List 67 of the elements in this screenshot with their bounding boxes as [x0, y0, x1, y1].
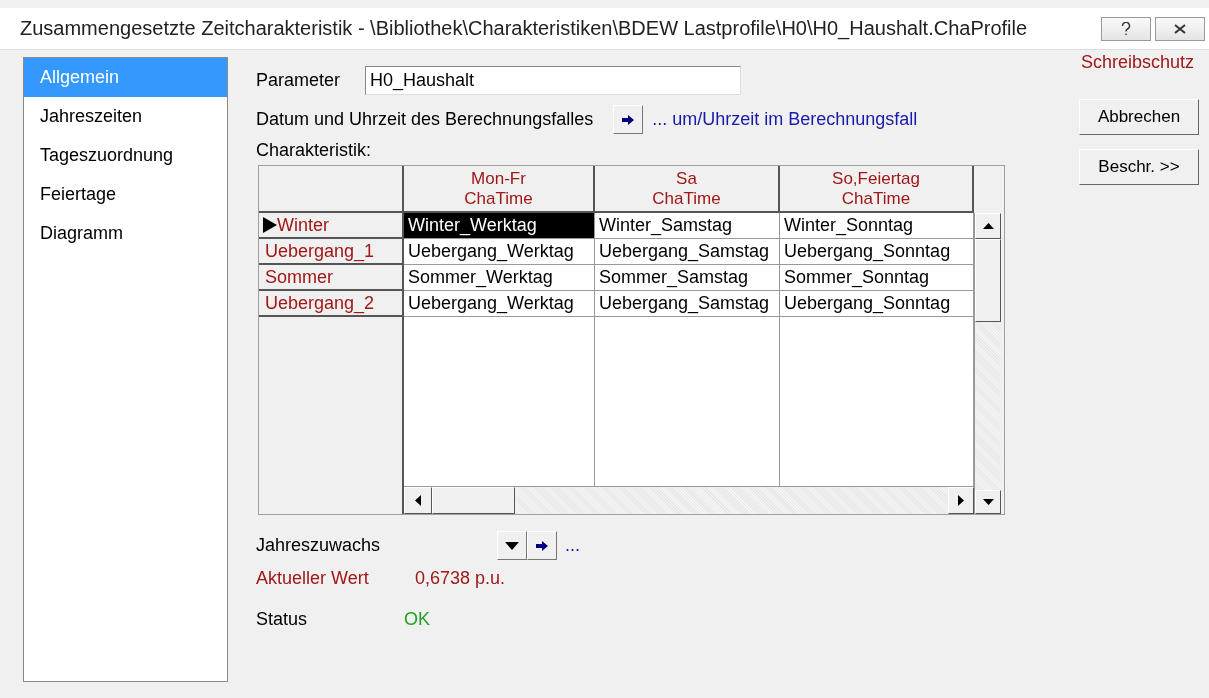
row-header[interactable]: Sommer: [259, 265, 404, 291]
close-button[interactable]: [1155, 16, 1205, 41]
characteristic-label: Charakteristik:: [256, 140, 372, 161]
column-type: ChaTime: [652, 188, 721, 209]
arrow-icon: [536, 540, 548, 551]
column-type: ChaTime: [841, 188, 911, 209]
dialog-button[interactable]: Beschr. >>: [1079, 149, 1199, 185]
table-cell[interactable]: Uebergang_Werktag: [404, 291, 595, 317]
column-name: Mon-Fr: [471, 168, 526, 189]
calculation-date-label: Datum und Uhrzeit des Berechnungsfalles: [256, 109, 594, 130]
table-cell[interactable]: Uebergang_Samstag: [595, 239, 780, 265]
row-header[interactable]: Uebergang_1: [259, 239, 404, 265]
dialog-button[interactable]: Abbrechen: [1079, 99, 1199, 135]
table-cell[interactable]: Uebergang_Werktag: [404, 239, 595, 265]
row-label: Sommer: [265, 266, 333, 288]
arrow-icon: [622, 114, 635, 125]
column-name: Sa: [676, 168, 697, 189]
table-cell[interactable]: Uebergang_Sonntag: [780, 291, 974, 317]
column-name: So,Feiertag: [832, 168, 920, 189]
column-type: ChaTime: [464, 188, 533, 209]
sidebar-item[interactable]: Tageszuordnung: [24, 136, 227, 175]
table-cell[interactable]: Winter_Sonntag: [780, 213, 974, 239]
dropdown-icon: [505, 541, 519, 550]
left-arrow-icon: [415, 495, 421, 506]
table-cell[interactable]: Winter_Werktag: [404, 213, 595, 239]
table-cell[interactable]: Uebergang_Sonntag: [780, 239, 974, 265]
column-header[interactable]: So,Feiertag ChaTime: [780, 166, 974, 213]
table-cell[interactable]: Sommer_Werktag: [404, 265, 595, 291]
column-header[interactable]: Sa ChaTime: [595, 166, 780, 213]
table-cell[interactable]: Winter_Samstag: [595, 213, 780, 239]
write-protection-label: Schreibschutz: [1081, 52, 1195, 73]
data-grid[interactable]: [258, 165, 1005, 515]
horizontal-scrollbar[interactable]: [404, 486, 974, 514]
row-label: Uebergang_2: [265, 292, 375, 314]
dropdown-button[interactable]: [497, 531, 527, 560]
column-header[interactable]: Mon-Fr ChaTime: [404, 166, 595, 213]
help-icon: [1121, 21, 1131, 36]
table-cell[interactable]: Sommer_Sonntag: [780, 265, 974, 291]
calculation-date-link[interactable]: ... um/Uhrzeit im Berechnungsfall: [652, 109, 918, 130]
scroll-thumb[interactable]: [975, 239, 1001, 322]
scroll-thumb[interactable]: [432, 487, 515, 514]
table-cell[interactable]: Sommer_Samstag: [595, 265, 780, 291]
row-header[interactable]: Winter: [259, 213, 404, 239]
parameter-field[interactable]: H0_Haushalt: [365, 66, 742, 95]
row-label: Uebergang_1: [265, 240, 375, 262]
current-value-label: Aktueller Wert: [256, 568, 370, 589]
row-label: Winter: [277, 214, 329, 236]
annual-growth-link[interactable]: ...: [565, 535, 580, 556]
status-value: OK: [404, 609, 430, 630]
vertical-scrollbar[interactable]: [974, 213, 1001, 514]
arrow-button[interactable]: [527, 531, 557, 560]
sidebar-item[interactable]: Jahreszeiten: [24, 97, 227, 136]
status-label: Status: [256, 609, 309, 630]
up-arrow-icon: [982, 223, 994, 229]
current-row-icon: [263, 217, 277, 233]
close-icon: [1173, 23, 1187, 34]
sidebar-item[interactable]: Feiertage: [24, 175, 227, 214]
window-title: Zusammengesetzte Zeitcharakteristik - \Bibliothek\Charakteristiken\BDEW Lastprofile\H0\H0_Haushalt.ChaProfile: [20, 17, 1029, 40]
arrow-button[interactable]: [613, 105, 644, 134]
row-header[interactable]: Uebergang_2: [259, 291, 404, 317]
parameter-label: Parameter: [256, 70, 341, 91]
right-arrow-icon: [958, 495, 964, 506]
sidebar-item[interactable]: Diagramm: [24, 214, 227, 253]
current-value: 0,6738 p.u.: [415, 568, 506, 589]
table-cell[interactable]: Uebergang_Samstag: [595, 291, 780, 317]
down-arrow-icon: [982, 499, 994, 505]
annual-growth-label: Jahreszuwachs: [256, 535, 382, 556]
